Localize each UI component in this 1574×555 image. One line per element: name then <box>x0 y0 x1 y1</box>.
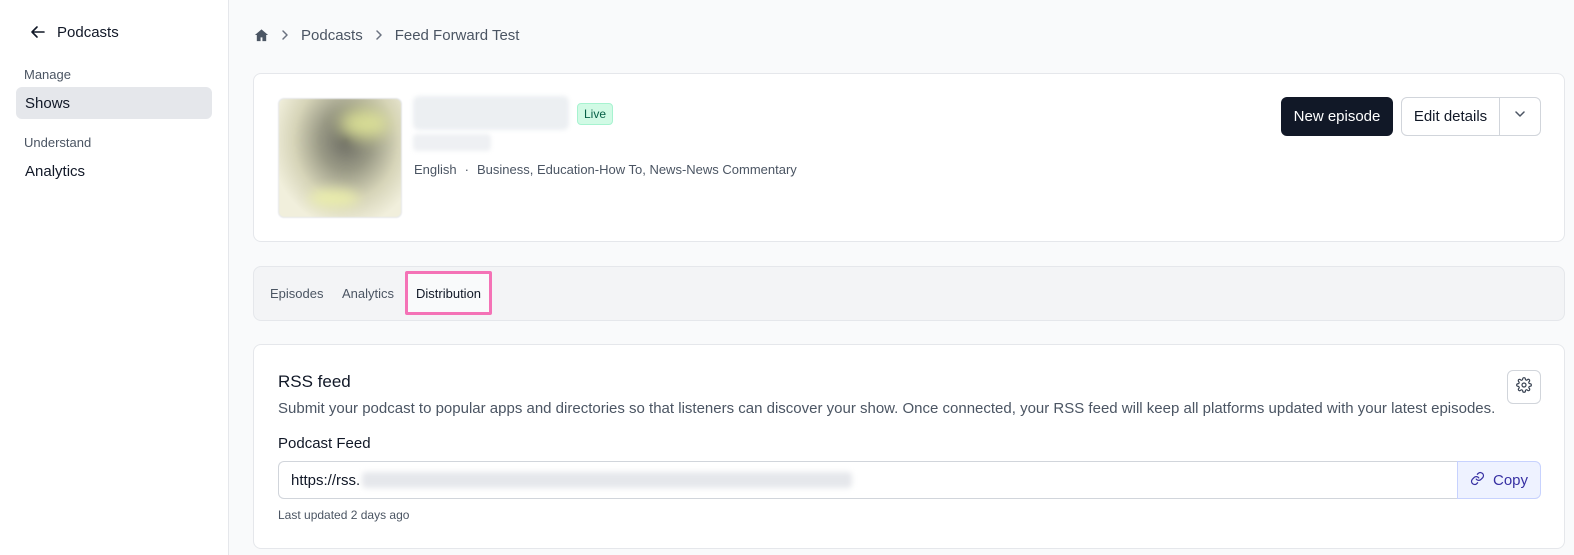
new-episode-button[interactable]: New episode <box>1281 97 1393 136</box>
breadcrumb: Podcasts Feed Forward Test <box>254 25 519 45</box>
section-label-manage: Manage <box>24 67 71 82</box>
breadcrumb-podcasts-link[interactable]: Podcasts <box>301 27 363 44</box>
show-title-redacted <box>413 96 569 130</box>
tab-episodes[interactable]: Episodes <box>270 267 323 320</box>
feed-url-redacted <box>362 472 853 488</box>
gear-icon <box>1516 376 1532 398</box>
sidebar-item-shows[interactable]: Shows <box>16 87 212 119</box>
back-to-podcasts-link[interactable]: Podcasts <box>30 22 119 42</box>
link-icon <box>1470 471 1485 490</box>
home-icon[interactable] <box>254 28 269 43</box>
show-meta: English · Business, Education-How To, Ne… <box>414 162 797 177</box>
show-categories: Business, Education-How To, News-News Co… <box>476 162 797 177</box>
sidebar: Podcasts Manage Shows Understand Analyti… <box>0 0 229 555</box>
podcast-feed-label: Podcast Feed <box>278 435 371 452</box>
rss-feed-title: RSS feed <box>278 372 351 391</box>
feed-last-updated: Last updated 2 days ago <box>278 508 410 522</box>
sidebar-item-analytics[interactable]: Analytics <box>16 155 212 187</box>
sidebar-item-label: Shows <box>25 94 71 112</box>
tab-analytics[interactable]: Analytics <box>342 267 394 320</box>
sidebar-item-label: Analytics <box>25 162 86 180</box>
edit-details-button[interactable]: Edit details <box>1402 98 1500 135</box>
show-author-redacted <box>413 134 491 151</box>
breadcrumb-current-show: Feed Forward Test <box>394 26 520 44</box>
more-options-dropdown[interactable] <box>1500 98 1540 135</box>
edit-details-button-group: Edit details <box>1401 97 1541 136</box>
tab-distribution[interactable]: Distribution <box>405 271 493 315</box>
feed-url-prefix: https://rss. <box>291 471 361 489</box>
arrow-left-icon <box>30 24 46 40</box>
status-badge: Live <box>577 103 614 125</box>
rss-feed-card: RSS feed Submit your podcast to popular … <box>253 344 1565 549</box>
copy-feed-url-button[interactable]: Copy <box>1457 461 1541 499</box>
meta-separator: · <box>464 162 469 177</box>
rss-feed-description: Submit your podcast to popular apps and … <box>278 400 1496 417</box>
podcast-feed-url-field[interactable]: https://rss. <box>278 461 1458 499</box>
rss-settings-button[interactable] <box>1507 370 1541 404</box>
chevron-down-icon <box>1513 107 1527 126</box>
show-header-card: Live English · Business, Education-How T… <box>253 73 1565 242</box>
section-label-understand: Understand <box>24 135 92 150</box>
back-link-label: Podcasts <box>57 23 119 41</box>
show-language: English <box>414 162 457 177</box>
chevron-right-icon <box>373 29 385 41</box>
chevron-right-icon <box>279 29 291 41</box>
show-artwork <box>278 98 402 218</box>
show-tabs: Episodes Analytics Distribution <box>253 266 1565 321</box>
copy-button-label: Copy <box>1492 471 1529 489</box>
